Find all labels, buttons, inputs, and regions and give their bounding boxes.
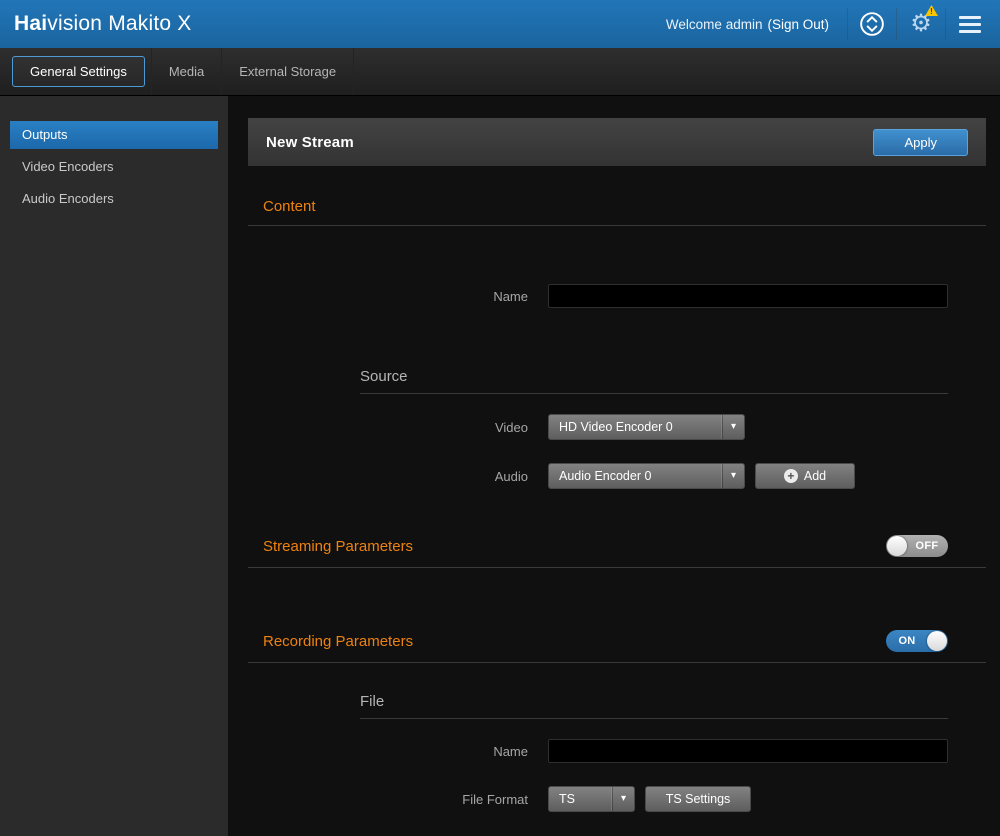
audio-source-label: Audio xyxy=(248,469,548,484)
streaming-section-header: Streaming Parameters OFF xyxy=(248,535,986,557)
section-divider xyxy=(248,567,986,568)
plus-icon: + xyxy=(784,469,798,483)
content-section-title: Content xyxy=(263,198,316,215)
content-section-header: Content xyxy=(248,198,986,215)
app-root: Haivision Makito X Welcome admin (Sign O… xyxy=(0,0,1000,836)
ts-settings-button[interactable]: TS Settings xyxy=(645,786,751,812)
section-divider xyxy=(248,225,986,226)
video-source-selected: HD Video Encoder 0 xyxy=(549,420,722,434)
sidebar: Outputs Video Encoders Audio Encoders xyxy=(0,96,228,836)
file-format-row: File Format TS ▾ TS Settings xyxy=(248,786,986,812)
page-title: New Stream xyxy=(266,134,354,151)
file-format-selected: TS xyxy=(549,792,612,806)
audio-source-dropdown[interactable]: Audio Encoder 0 ▾ xyxy=(548,463,745,489)
sidebar-item-outputs[interactable]: Outputs xyxy=(10,121,218,149)
new-stream-titlebar: New Stream Apply xyxy=(248,118,986,166)
tab-separator xyxy=(353,48,354,95)
recording-section-title: Recording Parameters xyxy=(263,633,413,650)
apply-button[interactable]: Apply xyxy=(873,129,968,156)
brand-logo[interactable]: Haivision Makito X xyxy=(14,12,192,36)
tab-external-storage[interactable]: External Storage xyxy=(222,57,353,86)
source-subheading: Source xyxy=(360,368,948,385)
video-source-label: Video xyxy=(248,420,548,435)
settings-gear-icon[interactable]: ⚙ ! xyxy=(897,0,945,48)
tab-bar: General Settings Media External Storage xyxy=(0,48,1000,96)
toggle-knob xyxy=(927,631,947,651)
recording-toggle[interactable]: ON xyxy=(886,630,948,652)
file-subheading: File xyxy=(360,693,948,710)
file-name-row: Name xyxy=(248,739,986,763)
file-name-label: Name xyxy=(248,744,548,759)
header-right-group: Welcome admin (Sign Out) ⚙ ! xyxy=(666,0,994,48)
sub-divider xyxy=(360,718,948,719)
streaming-toggle-state: OFF xyxy=(907,540,947,552)
video-source-dropdown[interactable]: HD Video Encoder 0 ▾ xyxy=(548,414,745,440)
brand-bold-text: Hai xyxy=(14,12,47,35)
welcome-text: Welcome admin xyxy=(666,17,763,32)
streaming-toggle[interactable]: OFF xyxy=(886,535,948,557)
tab-media[interactable]: Media xyxy=(152,57,221,86)
top-header: Haivision Makito X Welcome admin (Sign O… xyxy=(0,0,1000,48)
help-compass-icon[interactable] xyxy=(848,0,896,48)
file-format-dropdown[interactable]: TS ▾ xyxy=(548,786,635,812)
recording-section-header: Recording Parameters ON xyxy=(248,630,986,652)
sidebar-item-video-encoders[interactable]: Video Encoders xyxy=(10,153,218,181)
recording-toggle-state: ON xyxy=(887,635,927,647)
tab-general-settings[interactable]: General Settings xyxy=(12,56,145,87)
chevron-down-icon: ▾ xyxy=(722,464,744,488)
menu-hamburger-icon[interactable] xyxy=(946,0,994,48)
stream-name-input[interactable] xyxy=(548,284,948,308)
stream-name-label: Name xyxy=(248,289,548,304)
brand-rest-text: vision Makito X xyxy=(47,12,191,35)
file-name-input[interactable] xyxy=(548,739,948,763)
streaming-section-title: Streaming Parameters xyxy=(263,538,413,555)
toggle-knob xyxy=(887,536,907,556)
chevron-down-icon: ▾ xyxy=(612,787,634,811)
video-source-row: Video HD Video Encoder 0 ▾ xyxy=(248,414,986,440)
audio-source-row: Audio Audio Encoder 0 ▾ + Add xyxy=(248,463,986,489)
section-divider xyxy=(248,662,986,663)
sidebar-item-audio-encoders[interactable]: Audio Encoders xyxy=(10,185,218,213)
sub-divider xyxy=(360,393,948,394)
add-audio-label: Add xyxy=(804,469,826,483)
content-area: Outputs Video Encoders Audio Encoders Ne… xyxy=(0,96,1000,836)
stream-name-row: Name xyxy=(248,284,986,308)
file-format-label: File Format xyxy=(248,792,548,807)
main-panel: New Stream Apply Content Name Source Vid… xyxy=(228,96,1000,836)
add-audio-button[interactable]: + Add xyxy=(755,463,855,489)
sign-out-link[interactable]: (Sign Out) xyxy=(767,17,829,32)
compass-circle-glyph xyxy=(859,11,885,37)
audio-source-selected: Audio Encoder 0 xyxy=(549,469,722,483)
chevron-down-icon: ▾ xyxy=(722,415,744,439)
